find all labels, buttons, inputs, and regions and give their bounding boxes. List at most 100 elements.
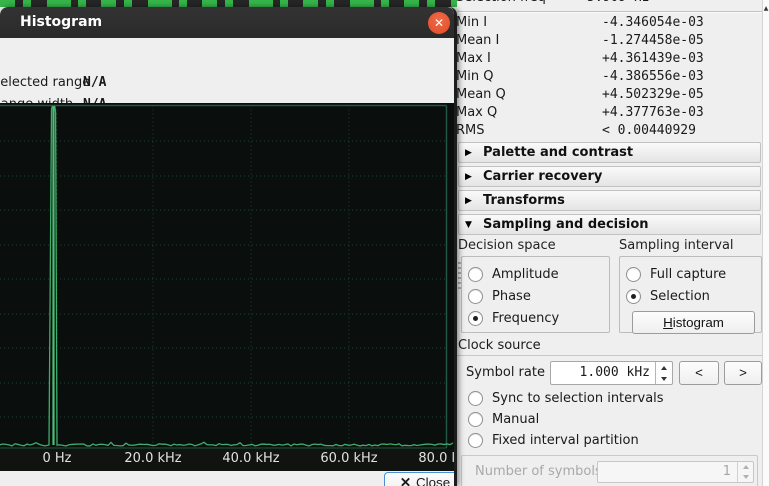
- app-screen: Selection freq 5.909 Hz Min I -4.346054e-…: [0, 0, 769, 486]
- radio-row-frequency[interactable]: Frequency: [468, 307, 609, 329]
- stat-row-mean-q: Mean Q+4.502329e-05: [459, 86, 761, 104]
- spin-down-icon: [738, 472, 753, 482]
- radio-row-phase[interactable]: Phase: [468, 285, 609, 307]
- radio-label: Amplitude: [492, 267, 559, 282]
- radio-amplitude[interactable]: [468, 267, 483, 282]
- x-axis-tick-labels: 0 Hz 20.0 kHz 40.0 kHz 60.0 kHz 80.0 kHz: [0, 449, 454, 471]
- selection-freq-row: Selection freq 5.909 Hz: [459, 0, 761, 7]
- selection-freq-value: 5.909 Hz: [587, 0, 650, 7]
- section-transforms[interactable]: ▶ Transforms: [458, 190, 761, 211]
- radio-full-capture[interactable]: [626, 267, 641, 282]
- stat-row-min-q: Min Q-4.386556e-03: [459, 68, 761, 86]
- spin-up-icon: [738, 462, 753, 472]
- stat-value: < 0.00440929: [602, 122, 696, 140]
- radio-row-fixed-interval[interactable]: Fixed interval partition: [468, 430, 761, 451]
- symbol-rate-value: 1.000 kHz: [551, 362, 672, 384]
- radio-phase[interactable]: [468, 289, 483, 304]
- radio-manual[interactable]: [468, 412, 483, 427]
- number-of-symbols-spinbox: 1: [597, 461, 754, 483]
- section-carrier-recovery[interactable]: ▶ Carrier recovery: [458, 166, 761, 187]
- dialog-button-bar: ✕ Close: [0, 471, 454, 486]
- radio-fixed-interval[interactable]: [468, 433, 483, 448]
- radio-row-selection[interactable]: Selection: [626, 285, 761, 307]
- symbol-rate-next-button[interactable]: >: [724, 361, 762, 385]
- stat-row-min-i: Min I -4.346054e-03: [459, 14, 761, 32]
- radio-label: Frequency: [492, 311, 559, 326]
- selected-range-label: Selected range: [0, 75, 90, 90]
- radio-label: Full capture: [650, 267, 726, 282]
- clock-separator: [457, 355, 762, 356]
- section-label: Transforms: [483, 193, 565, 208]
- chevron-right-icon: ▶: [465, 172, 475, 182]
- chevron-right-icon: ▶: [465, 148, 475, 158]
- radio-label: Manual: [492, 412, 539, 427]
- stat-label: Max I: [456, 51, 491, 66]
- section-label: Carrier recovery: [483, 169, 602, 184]
- x-tick-label: 20.0 kHz: [124, 451, 181, 466]
- spin-up-icon[interactable]: [656, 362, 672, 373]
- stat-row-max-i: Max I+4.361439e-03: [459, 50, 761, 68]
- chevron-down-icon: ▼: [465, 220, 475, 230]
- selection-freq-label: Selection freq: [456, 0, 546, 5]
- section-label: Sampling and decision: [483, 217, 649, 232]
- section-sampling-and-decision[interactable]: ▼ Sampling and decision: [458, 214, 761, 235]
- stat-value: -4.346054e-03: [602, 14, 704, 32]
- radio-row-sync-to-selection[interactable]: Sync to selection intervals: [468, 388, 761, 409]
- chevron-right-icon: ▶: [465, 196, 475, 206]
- stat-value: +4.377763e-03: [602, 104, 704, 122]
- symbol-rate-label: Symbol rate: [466, 364, 545, 382]
- radio-selection[interactable]: [626, 289, 641, 304]
- iq-stats-list: Min I -4.346054e-03 Mean I -1.274458e-05 M…: [459, 14, 761, 140]
- number-of-symbols-label: Number of symbols: [475, 464, 602, 479]
- histogram-info-area: Selected range N/A Range width N/A: [0, 38, 454, 103]
- histogram-plot[interactable]: 0 Hz 20.0 kHz 40.0 kHz 60.0 kHz 80.0 kHz: [0, 103, 454, 471]
- decision-space-group: Amplitude Phase Frequency: [461, 256, 610, 333]
- section-palette-and-contrast[interactable]: ▶ Palette and contrast: [458, 142, 761, 163]
- stat-label: Min I: [456, 15, 487, 30]
- selected-range-value: N/A: [83, 73, 106, 93]
- number-of-symbols-value: 1: [598, 462, 753, 482]
- stat-row-mean-i: Mean I -1.274458e-05: [459, 32, 761, 50]
- stat-row-rms: RMS < 0.00440929: [459, 122, 761, 140]
- demod-settings-panel: Selection freq 5.909 Hz Min I -4.346054e-…: [457, 0, 769, 486]
- close-icon: ✕: [434, 16, 444, 30]
- close-x-icon: ✕: [400, 475, 411, 486]
- window-close-button[interactable]: ✕: [428, 12, 450, 34]
- histogram-window: Histogram ✕ Selected range N/A Range wid…: [0, 7, 457, 486]
- stat-label: RMS: [456, 123, 485, 138]
- panel-scrollbar[interactable]: ▲: [762, 0, 769, 486]
- clock-source-header: Clock source: [458, 338, 541, 353]
- close-button-label: Close: [416, 475, 450, 486]
- x-tick-label: 40.0 kHz: [222, 451, 279, 466]
- sampling-interval-group: Full capture Selection Histogram: [619, 256, 762, 333]
- histogram-trace: [0, 103, 454, 449]
- radio-row-amplitude[interactable]: Amplitude: [468, 263, 609, 285]
- x-tick-label: 60.0 kHz: [320, 451, 377, 466]
- sampling-interval-label: Sampling interval: [619, 238, 734, 254]
- dialog-close-button[interactable]: ✕ Close: [384, 472, 457, 486]
- symbol-rate-spinbox[interactable]: 1.000 kHz: [550, 361, 673, 385]
- radio-sync-to-selection[interactable]: [468, 391, 483, 406]
- spinner-buttons[interactable]: [655, 362, 672, 384]
- window-titlebar[interactable]: Histogram ✕: [0, 7, 454, 38]
- spinner-buttons: [737, 462, 753, 482]
- histogram-button[interactable]: Histogram: [632, 311, 755, 334]
- radio-frequency[interactable]: [468, 311, 483, 326]
- symbol-rate-prev-button[interactable]: <: [679, 361, 719, 385]
- stat-label: Mean Q: [456, 87, 506, 102]
- radio-label: Sync to selection intervals: [492, 391, 664, 406]
- stats-separator: [457, 11, 762, 13]
- spin-down-icon[interactable]: [656, 373, 672, 384]
- radio-row-full-capture[interactable]: Full capture: [626, 263, 761, 285]
- x-tick-label: 80.0 kHz: [418, 451, 457, 466]
- selected-range-row: Selected range N/A: [0, 73, 454, 93]
- stat-value: -1.274458e-05: [602, 32, 704, 50]
- stat-value: -4.386556e-03: [602, 68, 704, 86]
- x-tick-label: 0 Hz: [42, 451, 71, 466]
- scroll-up-icon[interactable]: ▲: [763, 6, 769, 12]
- stat-label: Max Q: [456, 105, 497, 120]
- symbol-stream-strip: [0, 0, 457, 7]
- radio-row-manual[interactable]: Manual: [468, 409, 761, 430]
- stat-label: Mean I: [456, 33, 499, 48]
- radio-label: Selection: [650, 289, 710, 304]
